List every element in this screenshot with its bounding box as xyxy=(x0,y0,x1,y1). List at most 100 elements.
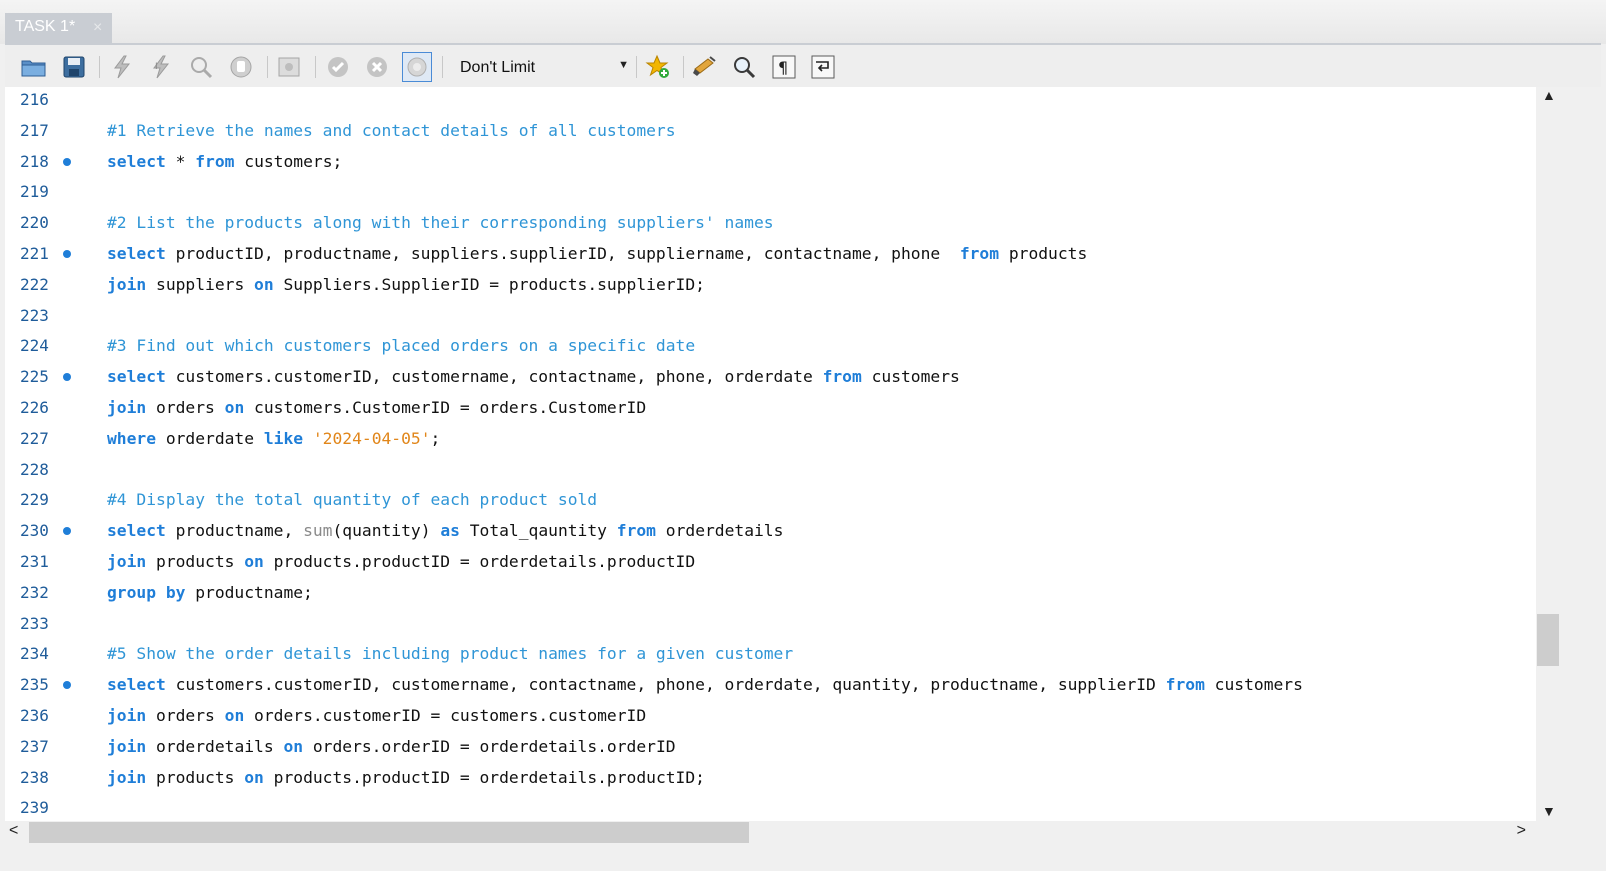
code-text: select productID, productname, suppliers… xyxy=(107,242,1087,266)
code-text: select productname, sum(quantity) as Tot… xyxy=(107,519,783,543)
code-line[interactable]: 236 join orders on orders.customerID = cu… xyxy=(5,704,1536,735)
sql-keyword: on xyxy=(244,768,264,787)
tab-close-icon[interactable]: × xyxy=(93,19,102,37)
line-number: 219 xyxy=(20,182,49,201)
scrollbar-corner xyxy=(1536,821,1562,845)
code-line[interactable]: 218 select * from customers; xyxy=(5,150,1536,181)
code-line[interactable]: 235 select customers.customerID, customer… xyxy=(5,673,1536,704)
toolbar-separator xyxy=(442,56,443,78)
code-line[interactable]: 239 xyxy=(5,796,1536,821)
sql-keyword: from xyxy=(822,367,862,386)
code-line[interactable]: 238 join products on products.productID =… xyxy=(5,766,1536,797)
toolbar-separator xyxy=(636,56,637,78)
line-number: 218 xyxy=(20,152,49,171)
sql-comment: #5 Show the order details including prod… xyxy=(107,644,794,663)
sql-keyword: select xyxy=(107,675,166,694)
code-line[interactable]: 220 #2 List the products along with their… xyxy=(5,211,1536,242)
toolbar-separator xyxy=(315,56,316,78)
code-line[interactable]: 222 join suppliers on Suppliers.SupplierI… xyxy=(5,273,1536,304)
sql-text: ; xyxy=(430,429,441,448)
code-line[interactable]: 221 select productID, productname, suppli… xyxy=(5,242,1536,273)
sql-keyword: join xyxy=(107,398,147,417)
sql-keyword: like xyxy=(263,429,304,448)
scroll-down-icon[interactable]: ▼ xyxy=(1542,803,1556,819)
code-line[interactable]: 233 xyxy=(5,612,1536,643)
code-line[interactable]: 228 xyxy=(5,458,1536,489)
scroll-up-icon[interactable]: ▲ xyxy=(1542,87,1556,103)
toolbar-separator xyxy=(683,56,684,78)
sql-string: '2024-04-05' xyxy=(312,429,431,448)
sql-text: orders xyxy=(146,706,225,725)
sql-text: products.productID = orderdetails.produc… xyxy=(263,768,705,787)
sql-text: orderdate xyxy=(156,429,264,448)
explain-icon[interactable] xyxy=(186,52,216,82)
sql-keyword: from xyxy=(1165,675,1205,694)
scroll-right-icon[interactable]: > xyxy=(1517,822,1526,840)
code-line[interactable]: 229 #4 Display the total quantity of each… xyxy=(5,488,1536,519)
code-line[interactable]: 223 xyxy=(5,304,1536,335)
sql-text: Suppliers.SupplierID = products.supplier… xyxy=(273,275,705,294)
sql-keyword: group by xyxy=(107,583,186,602)
sql-keyword: join xyxy=(107,706,147,725)
favorite-add-icon[interactable] xyxy=(643,52,673,82)
limit-rows-select[interactable]: Don't Limit ▼ xyxy=(460,55,635,81)
chevron-down-icon: ▼ xyxy=(618,59,629,71)
execute-icon[interactable] xyxy=(107,52,137,82)
sql-text: (quantity) xyxy=(332,521,441,540)
line-number: 220 xyxy=(20,213,49,232)
code-text: select * from customers; xyxy=(107,150,342,174)
rollback-icon[interactable] xyxy=(362,52,392,82)
code-line[interactable]: 216 xyxy=(5,88,1536,119)
open-folder-icon[interactable] xyxy=(19,52,49,82)
execute-current-icon[interactable]: I xyxy=(146,52,176,82)
beautify-icon[interactable] xyxy=(690,52,720,82)
line-number: 237 xyxy=(20,737,49,756)
svg-text:¶: ¶ xyxy=(778,58,788,77)
horizontal-scrollbar[interactable]: < > xyxy=(5,821,1536,845)
find-icon[interactable] xyxy=(729,52,759,82)
vertical-scroll-thumb[interactable] xyxy=(1537,614,1559,666)
horizontal-scroll-thumb[interactable] xyxy=(29,822,749,843)
sql-text: customers.CustomerID = orders.CustomerID xyxy=(244,398,647,417)
statement-marker-icon xyxy=(63,373,71,381)
invisible-chars-icon[interactable]: ¶ xyxy=(769,52,799,82)
autocommit-icon[interactable] xyxy=(402,52,432,82)
stop-icon[interactable] xyxy=(226,52,256,82)
commit-icon[interactable] xyxy=(323,52,353,82)
code-line[interactable]: 234 #5 Show the order details including p… xyxy=(5,642,1536,673)
code-line[interactable]: 227 where orderdate like '2024-04-05'; xyxy=(5,427,1536,458)
code-text: select customers.customerID, customernam… xyxy=(107,673,1303,697)
code-line[interactable]: 217 #1 Retrieve the names and contact det… xyxy=(5,119,1536,150)
code-text: select customers.customerID, customernam… xyxy=(107,365,960,389)
code-line[interactable]: 219 xyxy=(5,180,1536,211)
sql-editor[interactable]: 216 217 #1 Retrieve the names and contact … xyxy=(5,87,1536,821)
code-line[interactable]: 224 #3 Find out which customers placed or… xyxy=(5,334,1536,365)
line-number: 223 xyxy=(20,306,49,325)
sql-function: sum xyxy=(303,521,333,540)
sql-text: * xyxy=(165,152,196,171)
sql-comment: #2 List the products along with their co… xyxy=(107,213,774,232)
statement-marker-icon xyxy=(63,158,71,166)
code-line[interactable]: 226 join orders on customers.CustomerID =… xyxy=(5,396,1536,427)
code-line[interactable]: 225 select customers.customerID, customer… xyxy=(5,365,1536,396)
code-text: group by productname; xyxy=(107,581,313,605)
sql-keyword: join xyxy=(107,275,147,294)
line-number: 222 xyxy=(20,275,49,294)
line-number: 227 xyxy=(20,429,49,448)
sql-text: orders.customerID = customers.customerID xyxy=(244,706,647,725)
scroll-left-icon[interactable]: < xyxy=(9,822,18,840)
vertical-scrollbar[interactable]: ▲ ▼ xyxy=(1536,87,1562,821)
code-line[interactable]: 231 join products on products.productID =… xyxy=(5,550,1536,581)
tab-task-1[interactable]: TASK 1* × xyxy=(5,13,112,44)
sql-keyword: from xyxy=(959,244,1000,263)
wrap-icon[interactable] xyxy=(808,52,838,82)
code-line[interactable]: 232 group by productname; xyxy=(5,581,1536,612)
code-line[interactable]: 230 select productname, sum(quantity) as … xyxy=(5,519,1536,550)
save-icon[interactable] xyxy=(59,52,89,82)
toggle-output-icon[interactable] xyxy=(274,52,304,82)
code-text: #2 List the products along with their co… xyxy=(107,211,774,235)
sql-comment: #4 Display the total quantity of each pr… xyxy=(107,490,598,509)
code-line[interactable]: 237 join orderdetails on orders.orderID =… xyxy=(5,735,1536,766)
sql-text: orderdetails xyxy=(146,737,284,756)
